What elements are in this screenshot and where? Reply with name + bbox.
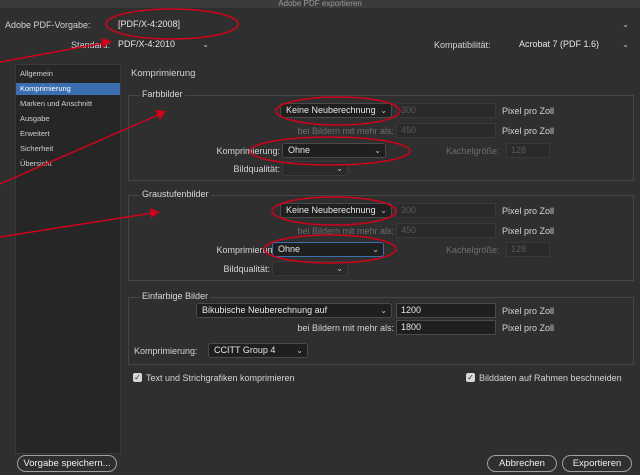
chevron-down-icon: ⌄ [622,40,629,49]
mono-compression-value: CCITT Group 4 [214,345,276,355]
cancel-button[interactable]: Abbrechen [487,455,557,472]
color-tile-label: Kachelgröße: [446,146,500,156]
color-tile-input[interactable]: 128 [506,143,550,158]
compat-label: Kompatibilität: [434,40,491,50]
gray-tile-input[interactable]: 128 [506,242,550,257]
chevron-down-icon: ⌄ [296,346,303,355]
chevron-down-icon: ⌄ [380,106,387,115]
gray-compression-label: Komprimierung: [216,245,280,255]
chevron-down-icon: ⌄ [336,264,343,273]
chevron-down-icon: ⌄ [336,164,343,173]
standard-select[interactable]: PDF/X-4:2010 ⌄ [112,37,214,52]
mono-compression-select[interactable]: CCITT Group 4 ⌄ [208,343,308,358]
chevron-down-icon: ⌄ [622,20,629,29]
color-above-label: bei Bildern mit mehr als: [297,126,394,136]
standard-value: PDF/X-4:2010 [118,39,176,49]
gray-above-unit: Pixel pro Zoll [502,226,555,236]
gray-unit: Pixel pro Zoll [502,206,555,216]
compress-text-label: Text und Strichgrafiken komprimieren [146,373,295,383]
color-quality-label: Bildqualität: [233,164,280,174]
sidebar-item-marken[interactable]: Marken und Anschnitt [16,98,120,110]
compress-text-checkbox[interactable]: ✓ [133,373,142,382]
checkmark-icon: ✓ [467,373,474,382]
color-quality-select[interactable]: ⌄ [282,161,348,176]
chevron-down-icon: ⌄ [372,245,379,254]
chevron-down-icon: ⌄ [380,206,387,215]
mono-above-input[interactable]: 1800 [396,320,496,335]
color-resample-select[interactable]: Keine Neuberechnung ⌄ [280,103,392,118]
gray-resolution-input[interactable]: 300 [396,203,496,218]
color-images-title: Farbbilder [140,89,185,99]
gray-above-input[interactable]: 450 [396,223,496,238]
compat-select[interactable]: Acrobat 7 (PDF 1.6) ⌄ [513,37,634,52]
chevron-down-icon: ⌄ [202,40,209,49]
export-button[interactable]: Exportieren [562,455,632,472]
sidebar-item-uebersicht[interactable]: Übersicht [16,158,120,170]
compat-value: Acrobat 7 (PDF 1.6) [519,39,600,49]
chevron-down-icon: ⌄ [380,306,387,315]
mono-images-title: Einfarbige Bilder [140,291,211,301]
sidebar-item-komprimierung[interactable]: Komprimierung [16,83,120,95]
preset-select[interactable]: [PDF/X-4:2008] ⌄ [112,17,634,32]
standard-label: Standard: [70,40,110,50]
window-title: Adobe PDF exportieren [0,0,640,8]
mono-above-unit: Pixel pro Zoll [502,323,555,333]
preset-value: [PDF/X-4:2008] [118,19,181,29]
color-compression-select[interactable]: Ohne ⌄ [282,143,386,158]
mono-compression-label: Komprimierung: [134,346,198,356]
mono-resolution-input[interactable]: 1200 [396,303,496,318]
mono-resample-value: Bikubische Neuberechnung auf [202,305,328,315]
gray-images-title: Graustufenbilder [140,189,211,199]
sidebar: Allgemein Komprimierung Marken und Ansch… [15,64,121,454]
gray-quality-label: Bildqualität: [223,264,270,274]
gray-quality-select[interactable]: ⌄ [272,261,348,276]
mono-resample-select[interactable]: Bikubische Neuberechnung auf ⌄ [196,303,392,318]
sidebar-item-allgemein[interactable]: Allgemein [16,68,120,80]
gray-compression-value: Ohne [278,244,301,254]
color-unit: Pixel pro Zoll [502,106,555,116]
gray-compression-select[interactable]: Ohne ⌄ [272,242,384,257]
color-compression-value: Ohne [288,145,311,155]
mono-above-label: bei Bildern mit mehr als: [297,323,394,333]
color-above-unit: Pixel pro Zoll [502,126,555,136]
save-preset-button[interactable]: Vorgabe speichern... [17,455,117,472]
sidebar-item-ausgabe[interactable]: Ausgabe [16,113,120,125]
mono-unit: Pixel pro Zoll [502,306,555,316]
sidebar-item-erweitert[interactable]: Erweitert [16,128,120,140]
color-resample-value: Keine Neuberechnung [286,105,376,115]
color-resolution-input[interactable]: 300 [396,103,496,118]
color-above-input[interactable]: 450 [396,123,496,138]
checkmark-icon: ✓ [134,373,141,382]
sidebar-item-sicherheit[interactable]: Sicherheit [16,143,120,155]
crop-image-label: Bilddaten auf Rahmen beschneiden [479,373,622,383]
gray-tile-label: Kachelgröße: [446,245,500,255]
color-compression-label: Komprimierung: [216,146,280,156]
gray-resample-select[interactable]: Keine Neuberechnung ⌄ [280,203,392,218]
panel-title: Komprimierung [131,68,196,79]
preset-label: Adobe PDF-Vorgabe: [5,20,91,30]
gray-above-label: bei Bildern mit mehr als: [297,226,394,236]
chevron-down-icon: ⌄ [374,146,381,155]
gray-resample-value: Keine Neuberechnung [286,205,376,215]
crop-image-checkbox[interactable]: ✓ [466,373,475,382]
